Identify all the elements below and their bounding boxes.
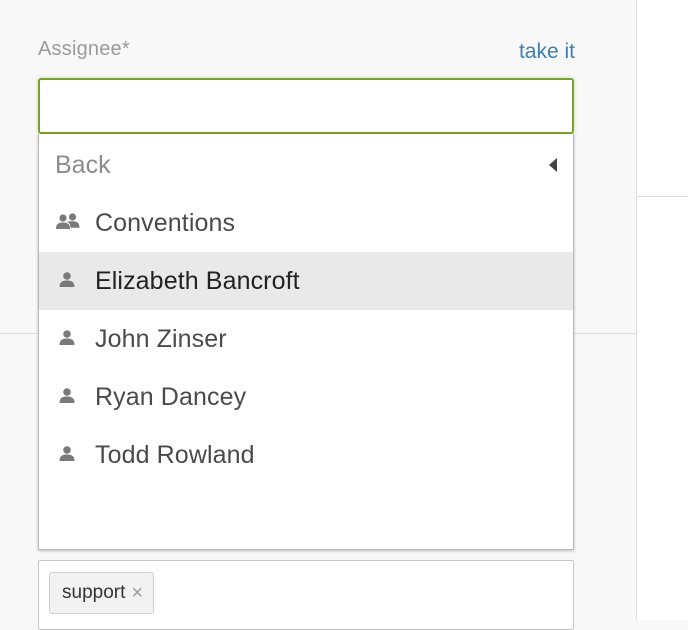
right-pane-divider [637,196,688,197]
caret-left-icon [549,158,557,172]
assignee-input[interactable] [38,78,574,134]
dropdown-item-label: John Zinser [95,324,227,353]
dropdown-item-label: Todd Rowland [95,440,255,469]
dropdown-item-label: Elizabeth Bancroft [95,266,300,295]
user-icon [59,446,75,461]
tag-support: support × [49,572,155,614]
user-icon [59,330,75,345]
dropdown-back-item[interactable]: Back [39,136,573,194]
dropdown-item-john-zinser[interactable]: John Zinser [39,310,573,368]
dropdown-item-elizabeth-bancroft[interactable]: Elizabeth Bancroft [39,252,573,310]
close-icon[interactable]: × [131,583,143,603]
group-icon [56,213,80,229]
user-icon [59,272,75,287]
back-label: Back [55,150,111,179]
dropdown-item-ryan-dancey[interactable]: Ryan Dancey [39,368,573,426]
assignee-label: Assignee* [38,38,130,60]
dropdown-item-conventions[interactable]: Conventions [39,194,573,252]
take-it-link[interactable]: take it [519,40,575,64]
dropdown-item-label: Ryan Dancey [95,382,247,411]
assignee-dropdown: Back Conventions Elizabeth Bancroft John… [38,134,574,550]
user-icon [59,388,75,403]
dropdown-item-todd-rowland[interactable]: Todd Rowland [39,426,573,484]
right-pane [637,0,688,620]
tag-label: support [62,582,126,603]
dropdown-item-label: Conventions [95,208,236,237]
